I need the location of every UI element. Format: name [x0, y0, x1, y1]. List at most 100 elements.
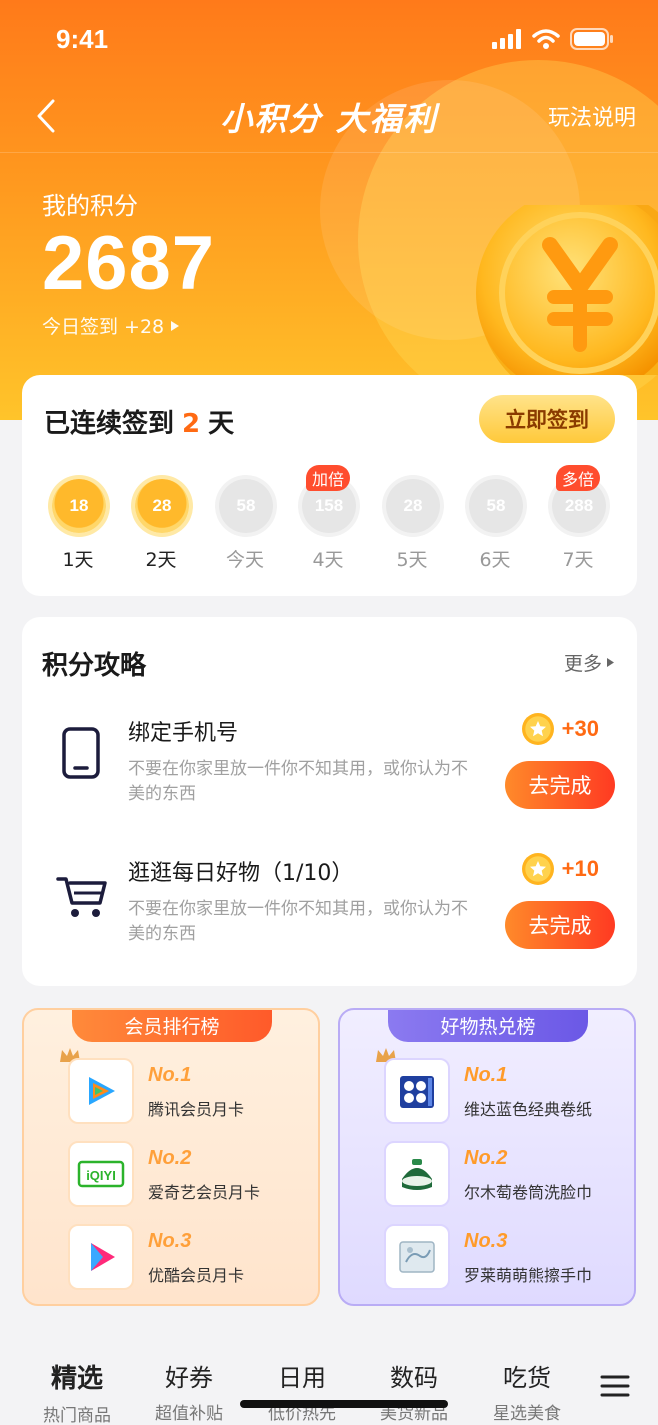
- status-bar: 9:41: [0, 0, 658, 80]
- rank-item[interactable]: No.3 优酷会员月卡: [68, 1224, 318, 1292]
- signin-prefix: 已连续签到: [44, 409, 175, 439]
- nav-divider: [0, 152, 658, 153]
- rank-item[interactable]: No.1 腾讯会员月卡: [68, 1058, 318, 1126]
- tissue-roll-icon: [384, 1058, 450, 1124]
- day-item: 28 5天: [370, 475, 454, 575]
- wifi-icon: [532, 29, 560, 49]
- goods-rank-panel[interactable]: 好物热兑榜 No.1 维达蓝色经典卷纸 No.2 尔木萄卷筒洗脸巾 No.3 罗…: [338, 1008, 636, 1306]
- nav-tab-label: 精选: [50, 1364, 103, 1394]
- task-desc: 不要在你家里放一件你不知其用，或你认为不美的东西: [128, 759, 468, 804]
- day-item: 18 1天: [36, 475, 120, 575]
- signin-card: 已连续签到 2 天 立即签到 18 1天 28 2天 58 今天 158 加倍 4天…: [22, 375, 637, 596]
- day-item: 288 多倍 7天: [536, 465, 620, 575]
- day-label: 4天: [312, 549, 344, 571]
- nav-tab-label: 日用: [278, 1364, 326, 1392]
- day-label: 1天: [62, 549, 94, 571]
- triangle-right-icon: [607, 658, 614, 667]
- nav-tab-sub: 超值补贴: [155, 1404, 223, 1424]
- nav-tab-featured[interactable]: 精选 热门商品: [22, 1358, 132, 1425]
- today-signin-link[interactable]: 今日签到 +28: [42, 312, 180, 339]
- task-item: 逛逛每日好物（1/10） 不要在你家里放一件你不知其用，或你认为不美的东西 +1…: [22, 853, 637, 985]
- signin-days-row: 18 1天 28 2天 58 今天 158 加倍 4天 28 5天 58 6天 …: [36, 465, 624, 585]
- day-points: 18: [52, 479, 106, 533]
- home-indicator[interactable]: [240, 1400, 448, 1408]
- face-towel-icon: [384, 1141, 450, 1207]
- coin-icon: [476, 205, 658, 375]
- rules-link[interactable]: 玩法说明: [548, 100, 636, 132]
- nav-tab-label: 数码: [390, 1364, 438, 1392]
- day-points: 28: [135, 479, 189, 533]
- rank-item-name: 优酷会员月卡: [148, 1266, 245, 1285]
- task-desc: 不要在你家里放一件你不知其用，或你认为不美的东西: [128, 899, 468, 944]
- iqiyi-icon: iQIYI: [68, 1141, 134, 1207]
- day-points: 28: [386, 479, 440, 533]
- hand-towel-icon: [384, 1224, 450, 1290]
- points-value: 2687: [42, 221, 216, 306]
- nav-tab-label: 好券: [165, 1364, 213, 1392]
- nav-tab-sub: 热门商品: [43, 1406, 111, 1425]
- battery-icon: [570, 28, 613, 50]
- task-name: 逛逛每日好物（1/10）: [128, 861, 354, 886]
- member-rank-title: 会员排行榜: [72, 1010, 272, 1042]
- rank-item[interactable]: iQIYI No.2 爱奇艺会员月卡: [68, 1141, 318, 1209]
- today-signin-text: 今日签到 +28: [42, 316, 165, 338]
- star-coin-icon: [521, 713, 554, 745]
- task-item: 绑定手机号 不要在你家里放一件你不知其用，或你认为不美的东西 +30 去完成: [22, 713, 637, 845]
- rank-item[interactable]: No.3 罗莱萌萌熊擦手巾: [384, 1224, 634, 1292]
- day-item: 58 今天: [203, 475, 287, 575]
- nav-tab-sub: 星选美食: [493, 1404, 561, 1424]
- rank-item[interactable]: No.2 尔木萄卷筒洗脸巾: [384, 1141, 634, 1209]
- task-reward: +10: [521, 853, 599, 885]
- day-label: 2天: [145, 549, 177, 571]
- day-label: 6天: [479, 549, 511, 571]
- nav-tab-food[interactable]: 吃货 星选美食: [472, 1358, 582, 1424]
- rank-item-name: 罗莱萌萌熊擦手巾: [464, 1266, 593, 1285]
- day-label: 7天: [562, 549, 594, 571]
- guide-title: 积分攻略: [42, 651, 147, 681]
- day-item: 158 加倍 4天: [286, 465, 370, 575]
- double-tag: 加倍: [306, 465, 351, 491]
- task-reward-value: +30: [561, 716, 599, 741]
- goods-rank-title: 好物热兑榜: [388, 1010, 588, 1042]
- bottom-category-nav: 精选 热门商品 好券 超值补贴 日用 低价热先 数码 美货新品 吃货 星选美食: [0, 1340, 658, 1425]
- signal-icon: [492, 29, 521, 49]
- member-rank-panel[interactable]: 会员排行榜 No.1 腾讯会员月卡 iQIYI No.2 爱奇艺会员月卡 No.…: [22, 1008, 320, 1306]
- task-reward-value: +10: [561, 856, 599, 881]
- youku-icon: [68, 1224, 134, 1290]
- rank-item-name: 腾讯会员月卡: [148, 1100, 245, 1119]
- rank-number: No.1: [464, 1064, 508, 1086]
- rank-number: No.2: [464, 1147, 508, 1169]
- menu-icon[interactable]: [600, 1374, 630, 1398]
- task-reward: +30: [521, 713, 599, 745]
- guide-more-label: 更多: [563, 653, 602, 675]
- signin-button[interactable]: 立即签到: [479, 395, 615, 443]
- rank-item-name: 维达蓝色经典卷纸: [464, 1100, 593, 1119]
- status-icons: [492, 28, 614, 50]
- day-label: 5天: [396, 549, 428, 571]
- day-points: 58: [219, 479, 273, 533]
- multiple-tag: 多倍: [556, 465, 601, 491]
- points-label: 我的积分: [42, 192, 138, 220]
- day-points: 58: [469, 479, 523, 533]
- nav-tab-daily[interactable]: 日用 低价热先: [247, 1358, 357, 1424]
- task-complete-button[interactable]: 去完成: [505, 761, 615, 809]
- day-item: 58 6天: [453, 475, 537, 575]
- task-name: 绑定手机号: [128, 721, 239, 746]
- status-time: 9:41: [56, 24, 109, 54]
- rank-item-name: 尔木萄卷筒洗脸巾: [464, 1183, 593, 1202]
- task-complete-button[interactable]: 去完成: [505, 901, 615, 949]
- guide-more-link[interactable]: 更多: [564, 649, 615, 676]
- day-label: 今天: [225, 549, 264, 571]
- rank-number: No.3: [148, 1230, 192, 1252]
- triangle-right-icon: [171, 320, 180, 331]
- iqiyi-logo-text: iQIYI: [86, 1168, 116, 1183]
- day-item: 28 2天: [119, 475, 203, 575]
- star-coin-icon: [521, 853, 554, 885]
- rank-item[interactable]: No.1 维达蓝色经典卷纸: [384, 1058, 634, 1126]
- points-guide-card: 积分攻略 更多 绑定手机号 不要在你家里放一件你不知其用，或你认为不美的东西 +…: [22, 617, 637, 986]
- nav-tab-label: 吃货: [503, 1364, 551, 1392]
- signin-days: 2: [182, 409, 201, 439]
- nav-tab-digital[interactable]: 数码 美货新品: [359, 1358, 469, 1424]
- cart-icon: [56, 877, 107, 917]
- nav-tab-coupons[interactable]: 好券 超值补贴: [134, 1358, 244, 1424]
